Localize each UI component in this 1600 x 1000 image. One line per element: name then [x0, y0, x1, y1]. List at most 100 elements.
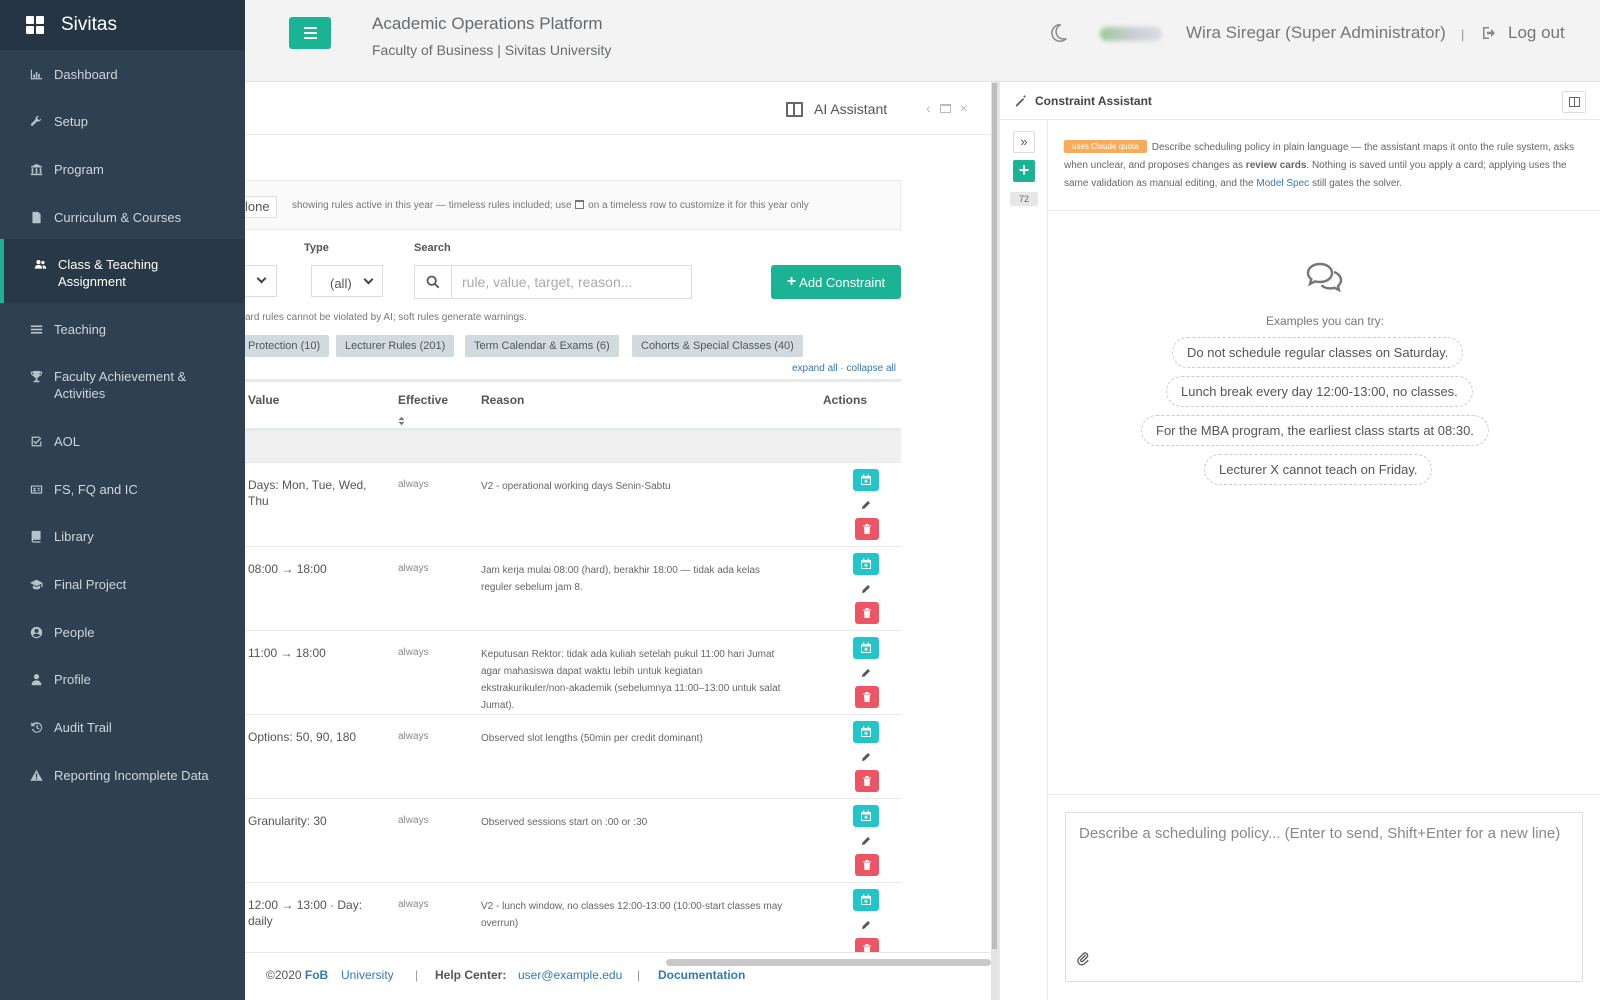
sidebar-item-label: Reporting Incomplete Data: [54, 768, 209, 783]
sidebar-item-class-teaching[interactable]: Class & Teaching Assignment: [0, 239, 245, 303]
sidebar-item-program[interactable]: Program: [0, 161, 245, 178]
info-text-before: showing rules active in this year — time…: [292, 200, 572, 211]
warning-icon: [28, 768, 44, 782]
collapse-chevrons-icon[interactable]: »: [1013, 131, 1035, 153]
table-header: Value Effective Reason Actions: [245, 379, 901, 431]
paperclip-icon[interactable]: [1076, 951, 1090, 966]
document-icon: [28, 210, 44, 224]
sidebar-item-aol[interactable]: AOL: [0, 433, 245, 450]
documentation-link[interactable]: Documentation: [658, 968, 745, 982]
search-input[interactable]: [452, 266, 691, 298]
column-header[interactable]: Effective: [398, 393, 448, 407]
vertical-scrollbar[interactable]: [992, 83, 997, 949]
comments-icon: [1306, 262, 1343, 293]
calendar-plus-icon: [860, 894, 872, 906]
sidebar: Sivitas Dashboard Setup Program Curricul…: [0, 0, 245, 1000]
none-button[interactable]: lone: [245, 196, 277, 218]
logout-button[interactable]: Log out: [1481, 23, 1565, 43]
pencil-icon: [860, 667, 872, 679]
expand-collapse-links[interactable]: expand all · collapse all: [792, 363, 896, 374]
horizontal-scrollbar[interactable]: [666, 959, 991, 966]
app-subtitle: Faculty of Business | Sivitas University: [372, 42, 612, 58]
new-chat-button[interactable]: +: [1013, 160, 1035, 182]
category-chip[interactable]: Protection (10): [245, 335, 330, 357]
edit-button[interactable]: [853, 746, 879, 768]
rule-effective: always: [398, 563, 429, 574]
sidebar-item-setup[interactable]: Setup: [0, 113, 245, 130]
help-email-link[interactable]: user@example.edu: [518, 968, 622, 982]
university-link[interactable]: University: [341, 968, 394, 982]
sidebar-item-final-project[interactable]: Final Project: [0, 576, 245, 593]
customize-year-button[interactable]: [853, 553, 879, 575]
delete-button[interactable]: [855, 938, 879, 952]
plus-icon: +: [786, 273, 797, 290]
user-name[interactable]: Wira Siregar (Super Administrator): [1186, 23, 1446, 43]
sidebar-item-fs-fq-ic[interactable]: FS, FQ and IC: [0, 481, 245, 498]
chevron-left-icon[interactable]: ‹: [926, 100, 931, 116]
customize-year-button[interactable]: [853, 721, 879, 743]
brand[interactable]: Sivitas: [0, 0, 245, 50]
edit-button[interactable]: [853, 830, 879, 852]
delete-button[interactable]: [855, 602, 879, 624]
delete-button[interactable]: [855, 854, 879, 876]
customize-year-button[interactable]: [853, 889, 879, 911]
user-icon: [28, 672, 44, 686]
calendar-icon: [575, 200, 585, 209]
sidebar-item-curriculum[interactable]: Curriculum & Courses: [0, 209, 245, 226]
check-square-icon: [28, 434, 44, 448]
delete-button[interactable]: [855, 518, 879, 540]
avatar[interactable]: [1100, 27, 1162, 41]
sort-icon[interactable]: [398, 416, 405, 426]
sidebar-item-audit-trail[interactable]: Audit Trail: [0, 719, 245, 736]
edit-button[interactable]: [853, 578, 879, 600]
delete-button[interactable]: [855, 770, 879, 792]
institution-icon: [28, 162, 44, 176]
category-select[interactable]: [245, 265, 277, 297]
table-row: 08:00 → 18:00 always Jam kerja mulai 08:00…: [245, 547, 901, 631]
trash-icon: [861, 523, 873, 535]
moon-icon[interactable]: [1047, 22, 1069, 44]
category-chip[interactable]: Lecturer Rules (201): [336, 335, 455, 357]
category-chip[interactable]: Cohorts & Special Classes (40): [632, 335, 803, 357]
type-select[interactable]: (all): [311, 265, 383, 297]
sidebar-item-profile[interactable]: Profile: [0, 671, 245, 688]
rule-reason: Keputusan Rektor: tidak ada kuliah setel…: [481, 649, 781, 711]
sidebar-item-faculty-achievement[interactable]: Faculty Achievement & Activities: [0, 368, 245, 402]
edit-button[interactable]: [853, 494, 879, 516]
example-chip[interactable]: Lecturer X cannot teach on Friday.: [1204, 454, 1433, 485]
model-spec-link[interactable]: Model Spec: [1256, 178, 1309, 189]
fob-link[interactable]: FoB: [305, 968, 328, 982]
pencil-icon: [860, 499, 872, 511]
category-chip[interactable]: Term Calendar & Exams (6): [465, 335, 619, 357]
customize-year-button[interactable]: [853, 637, 879, 659]
header-separator: |: [1461, 27, 1465, 42]
calendar-plus-icon: [860, 474, 872, 486]
example-chip[interactable]: Lunch break every day 12:00-13:00, no cl…: [1166, 376, 1473, 407]
sidebar-item-teaching[interactable]: Teaching: [0, 321, 245, 338]
close-icon[interactable]: ×: [960, 100, 968, 116]
edit-button[interactable]: [853, 914, 879, 936]
column-header[interactable]: Reason: [481, 393, 524, 407]
sidebar-item-reporting-incomplete[interactable]: Reporting Incomplete Data: [0, 767, 245, 784]
maximize-icon[interactable]: [939, 103, 951, 113]
customize-year-button[interactable]: [853, 469, 879, 491]
sidebar-item-people[interactable]: People: [0, 624, 245, 641]
menu-toggle-button[interactable]: [289, 17, 331, 49]
constraint-assistant-panel: Constraint Assistant » + 72 uses Claude …: [999, 82, 1600, 1000]
search-label: Search: [414, 242, 451, 254]
example-chip[interactable]: Do not schedule regular classes on Satur…: [1172, 337, 1464, 368]
delete-button[interactable]: [855, 686, 879, 708]
rule-effective: always: [398, 479, 429, 490]
panel-layout-toggle[interactable]: [1562, 91, 1586, 113]
column-header[interactable]: Value: [248, 393, 279, 407]
sidebar-item-dashboard[interactable]: Dashboard: [0, 66, 245, 83]
add-constraint-button[interactable]: + Add Constraint: [771, 265, 901, 299]
example-chip[interactable]: For the MBA program, the earliest class …: [1141, 415, 1489, 446]
ai-assistant-button[interactable]: AI Assistant: [786, 101, 887, 117]
assistant-description: uses Claude quota Describe scheduling pol…: [1064, 139, 1584, 193]
list-icon: [28, 322, 44, 336]
chat-input[interactable]: [1066, 813, 1582, 981]
sidebar-item-library[interactable]: Library: [0, 528, 245, 545]
customize-year-button[interactable]: [853, 805, 879, 827]
edit-button[interactable]: [853, 662, 879, 684]
